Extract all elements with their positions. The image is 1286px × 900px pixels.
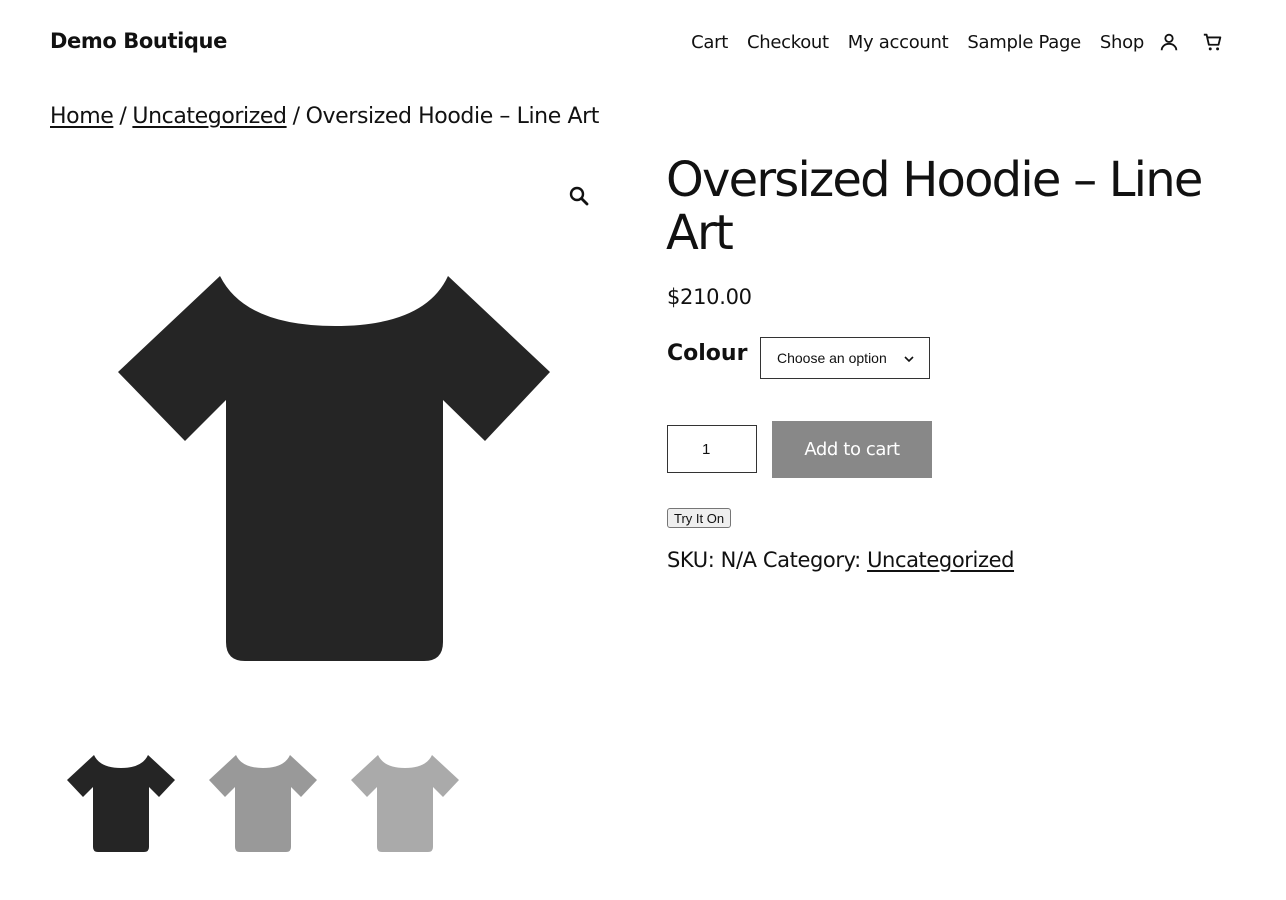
breadcrumb-current: Oversized Hoodie – Line Art	[305, 104, 600, 129]
category-label: Category:	[762, 548, 861, 572]
nav-sample-page[interactable]: Sample Page	[967, 32, 1081, 53]
breadcrumb-home[interactable]: Home	[50, 104, 114, 129]
account-icon[interactable]	[1158, 31, 1180, 53]
shirt-thumbnail	[351, 755, 459, 852]
shirt-thumbnail	[67, 755, 175, 852]
product-meta: SKU: N/A Category: Uncategorized	[667, 548, 1014, 572]
site-title[interactable]: Demo Boutique	[50, 29, 227, 53]
magnifier-icon[interactable]	[567, 184, 591, 208]
shirt-image	[118, 276, 550, 661]
breadcrumb-category[interactable]: Uncategorized	[132, 104, 287, 129]
sku-value: N/A	[720, 548, 757, 572]
nav-my-account[interactable]: My account	[848, 32, 949, 53]
chevron-down-icon	[904, 356, 914, 363]
try-it-on-button[interactable]: Try It On	[667, 508, 732, 528]
quantity-value: 1	[702, 440, 711, 458]
add-to-cart-button[interactable]: Add to cart	[772, 421, 932, 478]
thumbnail-black-shirt[interactable]	[50, 740, 192, 866]
nav-cart[interactable]: Cart	[691, 32, 728, 53]
main-product-image[interactable]	[50, 158, 610, 718]
quantity-input[interactable]: 1	[667, 425, 757, 473]
breadcrumb-separator: /	[119, 104, 127, 129]
colour-select-value: Choose an option	[777, 350, 887, 366]
breadcrumb-separator: /	[292, 104, 300, 129]
product-title: Oversized Hoodie – Line Art	[666, 152, 1203, 261]
sku-label: SKU:	[667, 548, 715, 572]
nav-checkout[interactable]: Checkout	[747, 32, 829, 53]
thumbnail-gallery	[50, 740, 476, 866]
thumbnail-light-grey-shirt[interactable]	[334, 740, 476, 866]
shirt-thumbnail	[209, 755, 317, 852]
colour-label: Colour	[667, 341, 748, 366]
nav-shop[interactable]: Shop	[1100, 32, 1144, 53]
thumbnail-grey-shirt[interactable]	[192, 740, 334, 866]
cart-icon[interactable]	[1202, 31, 1224, 53]
colour-select[interactable]: Choose an option	[760, 337, 930, 379]
product-price: $210.00	[667, 285, 752, 309]
breadcrumb: Home / Uncategorized / Oversized Hoodie – Li…	[50, 104, 599, 129]
main-nav: Cart Checkout My account Sample Page Sho…	[691, 31, 1224, 53]
category-link[interactable]: Uncategorized	[867, 548, 1014, 572]
